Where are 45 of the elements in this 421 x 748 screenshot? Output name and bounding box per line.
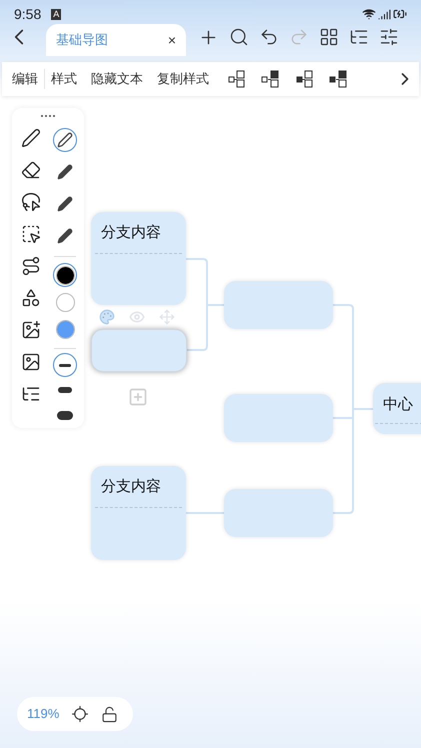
eraser-icon[interactable] xyxy=(21,160,41,180)
layout-icon[interactable] xyxy=(261,69,281,89)
pen-option[interactable] xyxy=(53,128,77,152)
topic-node[interactable] xyxy=(224,281,333,329)
layout-icon[interactable] xyxy=(329,69,349,89)
topic-node[interactable]: 分支内容 xyxy=(91,212,186,305)
connector-line xyxy=(186,512,224,514)
stroke-width-option[interactable] xyxy=(53,353,77,377)
grid-icon[interactable] xyxy=(319,27,339,47)
color-option[interactable] xyxy=(53,263,77,287)
topic-node[interactable] xyxy=(224,489,333,537)
battery-icon xyxy=(393,7,407,21)
toolbar-item[interactable]: 样式 xyxy=(51,69,77,89)
image-icon[interactable] xyxy=(21,352,41,372)
topic-node[interactable]: 分支内容 xyxy=(91,466,186,560)
topic-node[interactable] xyxy=(91,329,187,372)
status-time: 9:58 xyxy=(14,4,42,24)
node-text: 中心 xyxy=(382,395,414,415)
toolbar-item[interactable]: 复制样式 xyxy=(157,69,209,89)
settings-icon[interactable] xyxy=(379,27,399,47)
connector-icon[interactable] xyxy=(21,256,41,276)
signal-icon xyxy=(378,8,391,20)
node-text: 分支内容 xyxy=(100,477,162,497)
tab-close[interactable]: × xyxy=(168,30,176,50)
toolbar-item[interactable]: 编辑 xyxy=(12,69,38,89)
box-select-icon[interactable] xyxy=(21,224,41,244)
search-icon[interactable] xyxy=(229,27,249,47)
drag-handle-icon[interactable] xyxy=(40,114,56,118)
toolbar-item[interactable]: 隐藏文本 xyxy=(91,69,143,89)
undo-icon[interactable] xyxy=(259,27,279,47)
shapes-icon[interactable] xyxy=(21,288,41,308)
locate-icon[interactable] xyxy=(71,705,90,723)
add-node-icon[interactable] xyxy=(128,387,148,407)
layout-icon[interactable] xyxy=(295,69,315,89)
tab-title: 基础导图 xyxy=(56,31,108,50)
unlock-icon[interactable] xyxy=(101,706,118,722)
document-tab[interactable]: 基础导图 × xyxy=(46,24,186,56)
layout-icon[interactable] xyxy=(227,69,247,89)
topic-node[interactable] xyxy=(224,394,333,442)
notification-badge: A xyxy=(51,8,62,20)
lasso-select-icon[interactable] xyxy=(21,192,41,212)
node-text: 分支内容 xyxy=(100,223,162,243)
wifi-icon xyxy=(362,7,376,21)
add-image-icon[interactable] xyxy=(21,320,41,340)
central-topic-node[interactable]: 中心 xyxy=(373,383,421,434)
